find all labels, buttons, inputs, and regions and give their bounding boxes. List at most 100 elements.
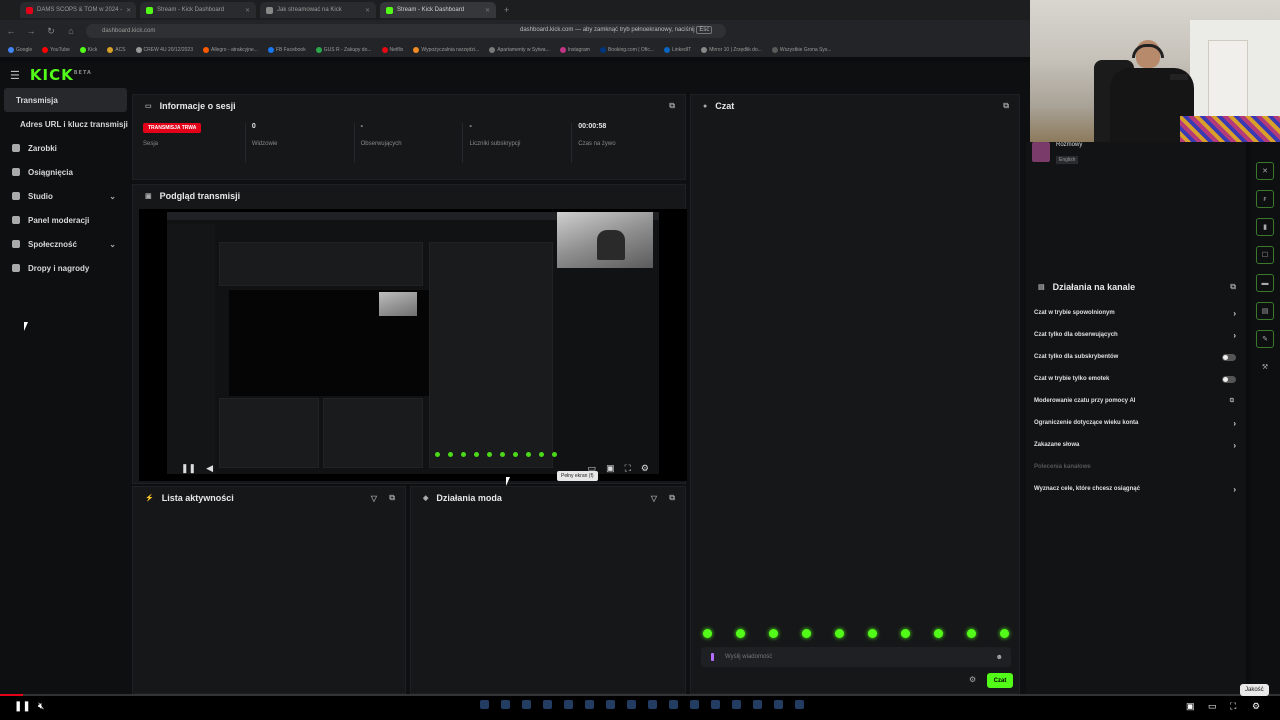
play-pause-icon[interactable]: ❚❚: [14, 701, 31, 712]
reload-icon[interactable]: ↻: [46, 26, 56, 37]
sidebar-item[interactable]: Studio ⌄: [0, 184, 128, 208]
filter-icon[interactable]: ▽: [651, 494, 657, 503]
bookmark-item[interactable]: Booking.com | Ofic...: [599, 46, 654, 53]
player-progress[interactable]: [0, 694, 1280, 696]
emote-icon[interactable]: [1000, 629, 1009, 638]
emote-icon[interactable]: [802, 629, 811, 638]
channel-action-row[interactable]: Czat w trybie spowolnionym ›: [1026, 302, 1246, 324]
channel-action-row[interactable]: Wyznacz cele, które chcesz osiągnąć ›: [1026, 478, 1246, 500]
bookmark-item[interactable]: Instagram: [559, 46, 590, 53]
close-tab-icon[interactable]: ✕: [485, 7, 490, 14]
bookmark-item[interactable]: LinkedIT: [664, 46, 691, 53]
emote-icon[interactable]: [736, 629, 745, 638]
popout-icon[interactable]: ⧉: [1230, 282, 1236, 292]
emote-icon[interactable]: [967, 629, 976, 638]
sidebar-item[interactable]: Adres URL i klucz transmisji: [0, 112, 128, 136]
settings-icon[interactable]: ⚙: [641, 463, 649, 474]
chat-send-button[interactable]: Czat: [987, 673, 1013, 688]
pip-icon[interactable]: ▭: [1208, 701, 1217, 712]
emoji-icon[interactable]: ☻: [996, 654, 1003, 661]
kick-logo[interactable]: KICKBETA: [30, 66, 92, 84]
browser-tab-4[interactable]: Stream - Kick Dashboard ✕: [380, 2, 496, 18]
close-tab-icon[interactable]: ✕: [365, 7, 370, 14]
channel-action-row[interactable]: Moderowanie czatu przy pomocy AI ⧉: [1026, 390, 1246, 412]
emote-icon[interactable]: [703, 629, 712, 638]
home-icon[interactable]: ⌂: [66, 26, 76, 36]
settings-icon[interactable]: ⧉: [1230, 398, 1234, 405]
bookmark-item[interactable]: FB Facebook: [267, 46, 306, 53]
popout-icon[interactable]: ⧉: [669, 493, 675, 503]
bookmark-item[interactable]: GUS R - Zakupy do...: [315, 46, 372, 53]
chat-input[interactable]: Wyślij wiadomość ☻: [701, 647, 1011, 667]
close-tab-icon[interactable]: ✕: [245, 7, 250, 14]
chevron-down-icon[interactable]: ⌄: [109, 192, 116, 201]
pause-icon[interactable]: ❚❚: [181, 463, 196, 474]
sidebar-item[interactable]: Transmisja: [4, 88, 127, 112]
close-tab-icon[interactable]: ✕: [126, 7, 131, 14]
filter-icon[interactable]: ▽: [371, 494, 377, 503]
new-tab-button[interactable]: +: [504, 5, 509, 15]
sidebar-item[interactable]: Społeczność ⌄: [0, 232, 128, 256]
chevron-right-icon[interactable]: ›: [1233, 309, 1236, 318]
fullscreen-icon[interactable]: ⛶: [625, 463, 631, 474]
user-card[interactable]: Rozmowy English: [1032, 142, 1082, 166]
back-icon[interactable]: ←: [6, 26, 16, 36]
rail-button-6[interactable]: ▤: [1256, 302, 1274, 320]
toggle-switch[interactable]: [1222, 353, 1236, 361]
bookmark-item[interactable]: Wszystkie Grona Sys...: [771, 46, 832, 53]
channel-action-row[interactable]: Zakazane słowa ›: [1026, 434, 1246, 456]
popout-icon[interactable]: ⧉: [1003, 101, 1009, 111]
bookmark-item[interactable]: Google: [8, 46, 32, 53]
browser-tab-1[interactable]: DAMS SCOPS & TOM w 2024 - ✕: [20, 2, 136, 18]
menu-icon[interactable]: ☰: [10, 69, 20, 82]
theater-mode-icon[interactable]: ▣: [1186, 701, 1195, 712]
sidebar-item[interactable]: Panel moderacji: [0, 208, 128, 232]
rail-button-5[interactable]: ▬: [1256, 274, 1274, 292]
fullscreen-icon[interactable]: ⛶: [1230, 701, 1236, 712]
popout-icon[interactable]: ⧉: [389, 493, 395, 503]
mute-icon[interactable]: 🔇︎: [38, 701, 44, 712]
rail-tool-icon[interactable]: ⚒: [1256, 358, 1274, 376]
emote-icon[interactable]: [901, 629, 910, 638]
settings-gear-icon[interactable]: ⚙: [1252, 701, 1260, 712]
bookmark-item[interactable]: Mirror 10 | Zrzędlik do...: [701, 46, 762, 53]
popout-icon[interactable]: ⧉: [669, 101, 675, 111]
bookmark-item[interactable]: Apartamenty w Sytwa...: [489, 46, 550, 53]
toggle-switch[interactable]: [1222, 375, 1236, 383]
volume-icon[interactable]: ◀: [206, 463, 213, 474]
chevron-right-icon[interactable]: ›: [1233, 485, 1236, 494]
sidebar-item[interactable]: Osiągnięcia: [0, 160, 128, 184]
emote-icon[interactable]: [934, 629, 943, 638]
pip-icon[interactable]: ▣: [606, 463, 615, 474]
rail-button-7[interactable]: ✎: [1256, 330, 1274, 348]
chevron-right-icon[interactable]: ›: [1233, 441, 1236, 450]
rail-button-2[interactable]: ꜰ: [1256, 190, 1274, 208]
rail-button-3[interactable]: ▮: [1256, 218, 1274, 236]
bookmark-item[interactable]: Netflix: [381, 46, 403, 53]
bookmark-item[interactable]: Kick: [79, 46, 97, 53]
browser-tab-3[interactable]: Jak streamować na Kick ✕: [260, 2, 376, 18]
stream-video[interactable]: ❚❚ ◀ ▭ ▣ ⛶ ⚙ Pełny ekran (f): [139, 209, 687, 481]
chevron-right-icon[interactable]: ›: [1233, 419, 1236, 428]
sidebar-item[interactable]: Dropy i nagrody: [0, 256, 128, 280]
bookmark-item[interactable]: Allegro - atrakcyjne...: [203, 46, 258, 53]
chat-settings-icon[interactable]: ⚙: [969, 675, 976, 684]
rail-button-1[interactable]: ✕: [1256, 162, 1274, 180]
chevron-down-icon[interactable]: ⌄: [109, 240, 116, 249]
channel-action-row[interactable]: Czat tylko dla subskrybentów: [1026, 346, 1246, 368]
bookmark-item[interactable]: Wypożyczalnia narzędzi...: [413, 46, 479, 53]
emote-icon[interactable]: [769, 629, 778, 638]
rail-button-4[interactable]: ☐: [1256, 246, 1274, 264]
channel-action-row[interactable]: Czat tylko dla obserwujących ›: [1026, 324, 1246, 346]
emote-icon[interactable]: [868, 629, 877, 638]
chevron-right-icon[interactable]: ›: [1233, 331, 1236, 340]
emote-icon[interactable]: [835, 629, 844, 638]
channel-action-row[interactable]: Ograniczenie dotyczące wieku konta ›: [1026, 412, 1246, 434]
browser-tab-2[interactable]: Stream - Kick Dashboard ✕: [140, 2, 256, 18]
forward-icon[interactable]: →: [26, 26, 36, 36]
bookmark-item[interactable]: CREW 4U 20/12/2023: [135, 46, 193, 53]
bookmark-item[interactable]: ACS: [107, 46, 126, 53]
bookmark-item[interactable]: YouTube: [42, 46, 70, 53]
channel-action-row[interactable]: Czat w trybie tylko emotek: [1026, 368, 1246, 390]
sidebar-item[interactable]: Zarobki: [0, 136, 128, 160]
